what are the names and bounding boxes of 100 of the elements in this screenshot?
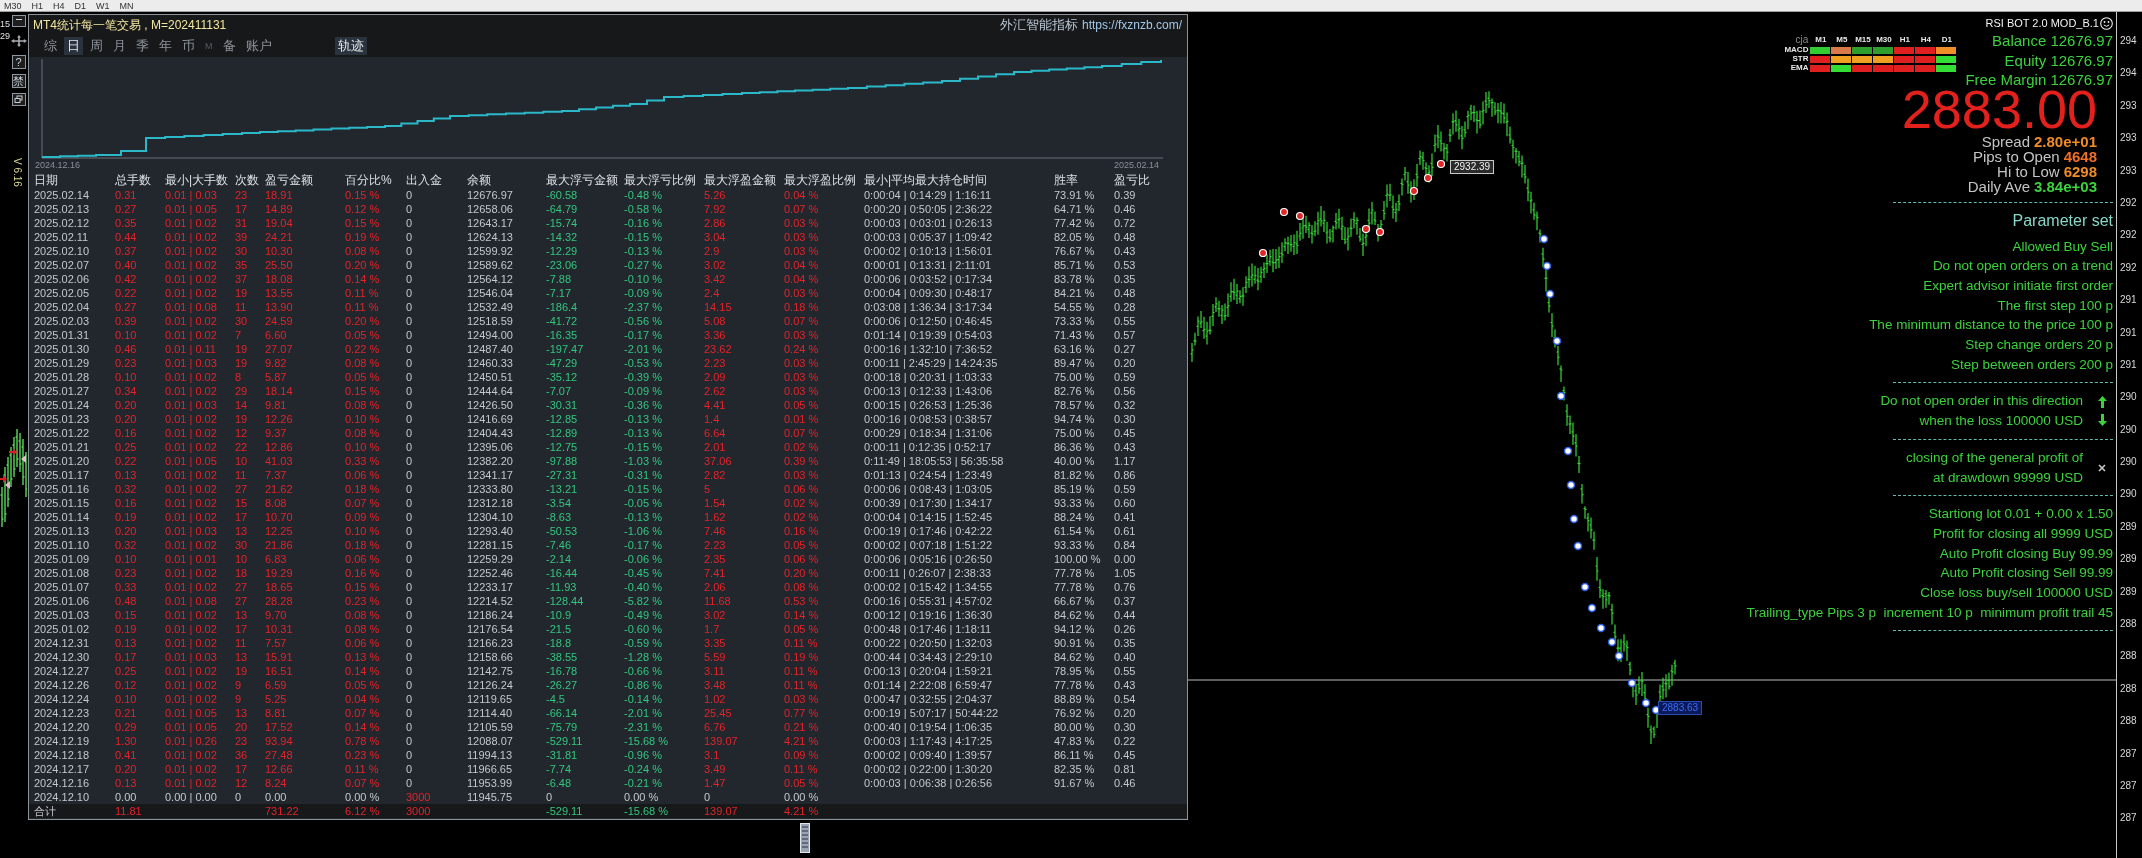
trade-marker-icon (1545, 289, 1555, 299)
table-cell: 3.35 (704, 636, 726, 650)
table-cell: 24.21 (265, 230, 293, 244)
tab[interactable]: 综 (41, 37, 60, 55)
minimize-icon[interactable] (11, 15, 26, 27)
move-icon[interactable] (10, 35, 27, 47)
table-cell: 84.62 % (1054, 650, 1095, 664)
axis-label: 288 (2120, 650, 2138, 663)
tab[interactable]: 日 (64, 37, 83, 55)
table-cell: 12532.49 (467, 300, 513, 314)
axis-label: 293 (2120, 132, 2138, 145)
table-cell: 66.67 % (1054, 594, 1095, 608)
tab[interactable]: 账户 (242, 37, 275, 55)
table-cell: -66.14 (546, 706, 578, 720)
close-icon[interactable] (2098, 463, 2106, 472)
trace-button[interactable]: 轨迹 (334, 37, 367, 55)
table-cell: 6.76 (704, 720, 726, 734)
table-cell: 18.14 (265, 384, 293, 398)
table-cell: 0.03 % (784, 356, 819, 370)
timeframe-button[interactable]: W1 (94, 0, 112, 11)
table-cell: 2024.12.10 (34, 790, 90, 804)
table-cell: 0 (406, 622, 413, 636)
restore-window-icon[interactable] (11, 93, 26, 106)
table-cell: 1.05 (1114, 566, 1136, 580)
table-cell: -97.88 (546, 454, 578, 468)
table-cell: 0:00:19 | 0:17:46 | 0:42:22 (864, 524, 993, 538)
site-link[interactable]: https://fxznzb.com/ (1081, 18, 1182, 32)
table-cell: -1.03 % (624, 454, 662, 468)
table-cell: 77.78 % (1054, 566, 1095, 580)
table-cell: 0:00:15 | 0:26:53 | 1:25:36 (864, 398, 993, 412)
table-cell: -0.27 % (624, 258, 662, 272)
table-cell: 11945.75 (467, 790, 513, 804)
table-cell: 0.86 (1114, 468, 1136, 482)
table-cell: 0.01 | 0.02 (165, 314, 217, 328)
trade-marker-icon (1423, 173, 1433, 183)
axis-label: 291 (2120, 358, 2138, 371)
table-cell: 0.13 (115, 636, 137, 650)
table-cell: 84.62 % (1054, 608, 1095, 622)
table-cell: -0.17 % (624, 538, 662, 552)
tab[interactable]: 月 (110, 37, 129, 55)
grip-handle-icon[interactable] (800, 823, 810, 853)
table-cell: 21.62 (265, 482, 293, 496)
table-cell: 11953.99 (467, 776, 513, 790)
table-cell: -4.5 (546, 692, 565, 706)
table-cell: 0.72 (1114, 216, 1136, 230)
table-cell: -0.31 % (624, 468, 662, 482)
price-label: 15 (0, 19, 11, 29)
tab[interactable]: 币 (179, 37, 198, 55)
table-cell: -0.24 % (624, 762, 662, 776)
table-cell: 5.26 (704, 188, 726, 202)
table-cell: 11966.65 (467, 762, 513, 776)
table-cell: 2.23 (704, 356, 726, 370)
table-cell: 2025.01.13 (34, 524, 90, 538)
table-cell: 2025.01.06 (34, 594, 90, 608)
table-cell: 17 (235, 622, 248, 636)
table-cell: 0:00:48 | 0:17:46 | 1:18:11 (864, 622, 992, 636)
trade-marker-icon (1361, 224, 1371, 234)
table-cell: 2025.02.07 (34, 258, 90, 272)
table-cell: 0.20 % (784, 566, 819, 580)
table-cell: -31.81 (546, 748, 578, 762)
table-cell: 16.51 (265, 664, 293, 678)
table-cell: 2024.12.18 (34, 748, 90, 762)
table-cell: 0.01 | 0.02 (165, 244, 217, 258)
table-cell: 0.32 (1114, 398, 1136, 412)
table-cell: -0.60 % (624, 622, 662, 636)
column-header: 盈亏比 (1114, 173, 1150, 188)
parameter-line: Do not open orders on a trend (1932, 257, 2113, 276)
trade-marker-icon (1539, 234, 1549, 244)
table-cell: -529.11 (546, 734, 583, 748)
tool-button[interactable]: ? (11, 55, 26, 69)
timeframe-button[interactable]: D1 (72, 0, 89, 11)
table-cell: -0.49 % (624, 608, 662, 622)
tool-button[interactable]: 禁 (11, 74, 26, 88)
table-cell: 0:00:16 | 0:08:53 | 0:38:57 (864, 412, 993, 426)
table-cell: -10.9 (546, 608, 572, 622)
timeframe-button[interactable]: MN (117, 0, 136, 11)
table-cell: 0 (406, 412, 413, 426)
table-cell: 0 (406, 566, 413, 580)
table-cell: 18 (235, 566, 248, 580)
table-cell: 12450.51 (467, 370, 513, 384)
timeframe-button[interactable]: H4 (51, 0, 67, 11)
table-cell: 0.01 | 0.02 (165, 538, 217, 552)
table-cell: 0.42 (115, 272, 137, 286)
table-cell: 30 (235, 538, 248, 552)
table-cell: 12676.97 (467, 188, 513, 202)
tab[interactable]: 周 (87, 37, 106, 55)
table-cell: 0.39 (115, 314, 137, 328)
tab[interactable]: 年 (156, 37, 175, 55)
timeframe-button[interactable]: M30 (2, 0, 24, 11)
table-cell: 13.55 (265, 286, 293, 300)
table-cell: 12214.52 (467, 594, 513, 608)
timeframe-button[interactable]: H1 (29, 0, 46, 11)
tab[interactable]: 备 (219, 37, 239, 55)
tab[interactable]: 季 (133, 37, 152, 55)
table-cell: 0.06 % (784, 552, 819, 566)
table-cell: 0.17 (115, 650, 137, 664)
parameter-line: closing of the general profit of (1905, 448, 2083, 467)
table-cell: -0.13 % (624, 244, 662, 258)
table-cell: 54.55 % (1054, 300, 1095, 314)
table-cell: 0.04 % (345, 692, 380, 706)
